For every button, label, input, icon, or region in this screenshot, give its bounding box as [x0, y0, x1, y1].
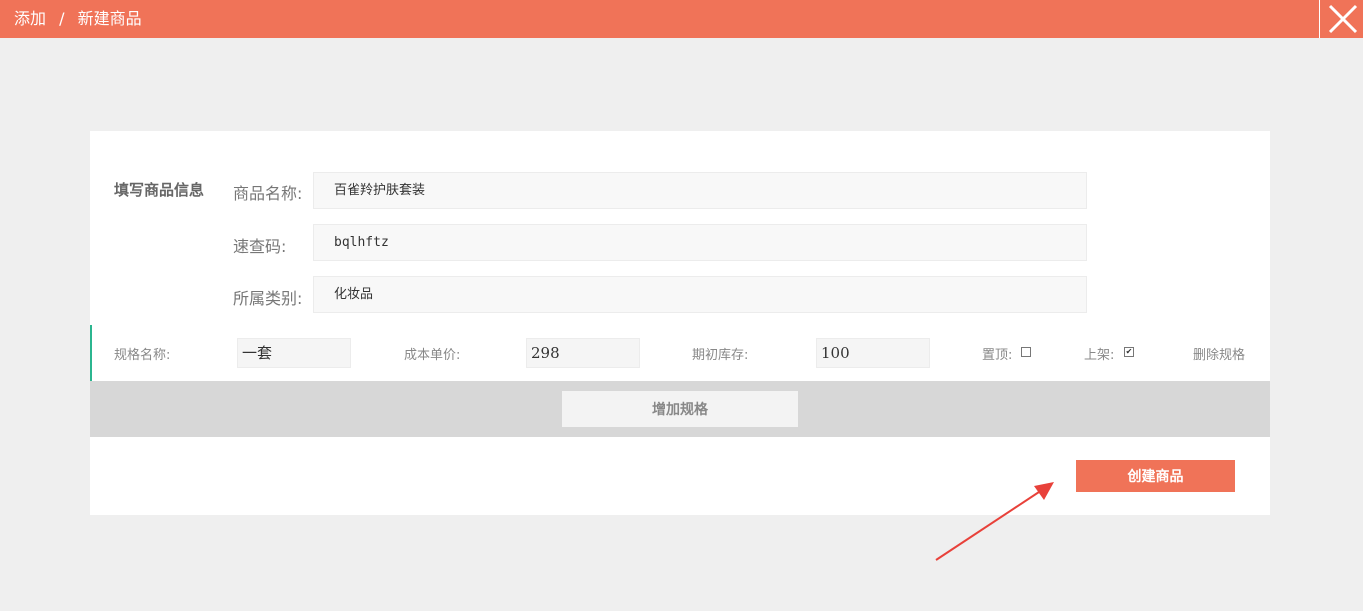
close-icon	[1328, 4, 1358, 34]
spec-row: 规格名称: 一套 成本单价: 298 期初库存: 100 置顶: 上架: ✔ 删…	[90, 325, 1270, 381]
category-label: 所属类别:	[233, 289, 303, 308]
spec-name-label: 规格名称:	[114, 348, 171, 363]
product-name-input[interactable]: 百雀羚护肤套装	[313, 172, 1087, 209]
on-shelf-checkbox[interactable]: ✔	[1124, 347, 1134, 357]
check-icon: ✔	[1125, 347, 1133, 356]
section-title: 填写商品信息	[114, 181, 205, 199]
create-product-button[interactable]: 创建商品	[1076, 460, 1235, 492]
pin-top-checkbox[interactable]	[1021, 347, 1031, 357]
header-bar: 添加 / 新建商品	[0, 0, 1363, 38]
breadcrumb-parent[interactable]: 添加	[14, 9, 46, 28]
initial-stock-label: 期初库存:	[692, 348, 749, 363]
on-shelf-label: 上架:	[1084, 348, 1115, 363]
add-spec-bar: 增加规格	[90, 381, 1270, 437]
cost-price-label: 成本单价:	[404, 348, 461, 363]
annotation-arrow-icon	[935, 482, 1054, 561]
category-input[interactable]: 化妆品	[313, 276, 1087, 313]
breadcrumb-separator: /	[59, 9, 65, 28]
delete-spec-link[interactable]: 删除规格	[1193, 344, 1245, 363]
quick-code-input[interactable]: bqlhftz	[313, 224, 1087, 261]
spec-name-input[interactable]: 一套	[237, 338, 351, 368]
breadcrumb: 添加 / 新建商品	[14, 0, 142, 38]
product-form-card: 填写商品信息 商品名称: 百雀羚护肤套装 速查码: bqlhftz 所属类别: …	[90, 131, 1270, 515]
initial-stock-input[interactable]: 100	[816, 338, 930, 368]
cost-price-input[interactable]: 298	[526, 338, 640, 368]
quick-code-label: 速查码:	[233, 237, 287, 256]
product-name-label: 商品名称:	[233, 184, 303, 203]
breadcrumb-current: 新建商品	[77, 9, 142, 28]
pin-top-label: 置顶:	[982, 348, 1013, 363]
add-spec-button[interactable]: 增加规格	[562, 391, 798, 427]
close-button[interactable]	[1319, 0, 1363, 38]
